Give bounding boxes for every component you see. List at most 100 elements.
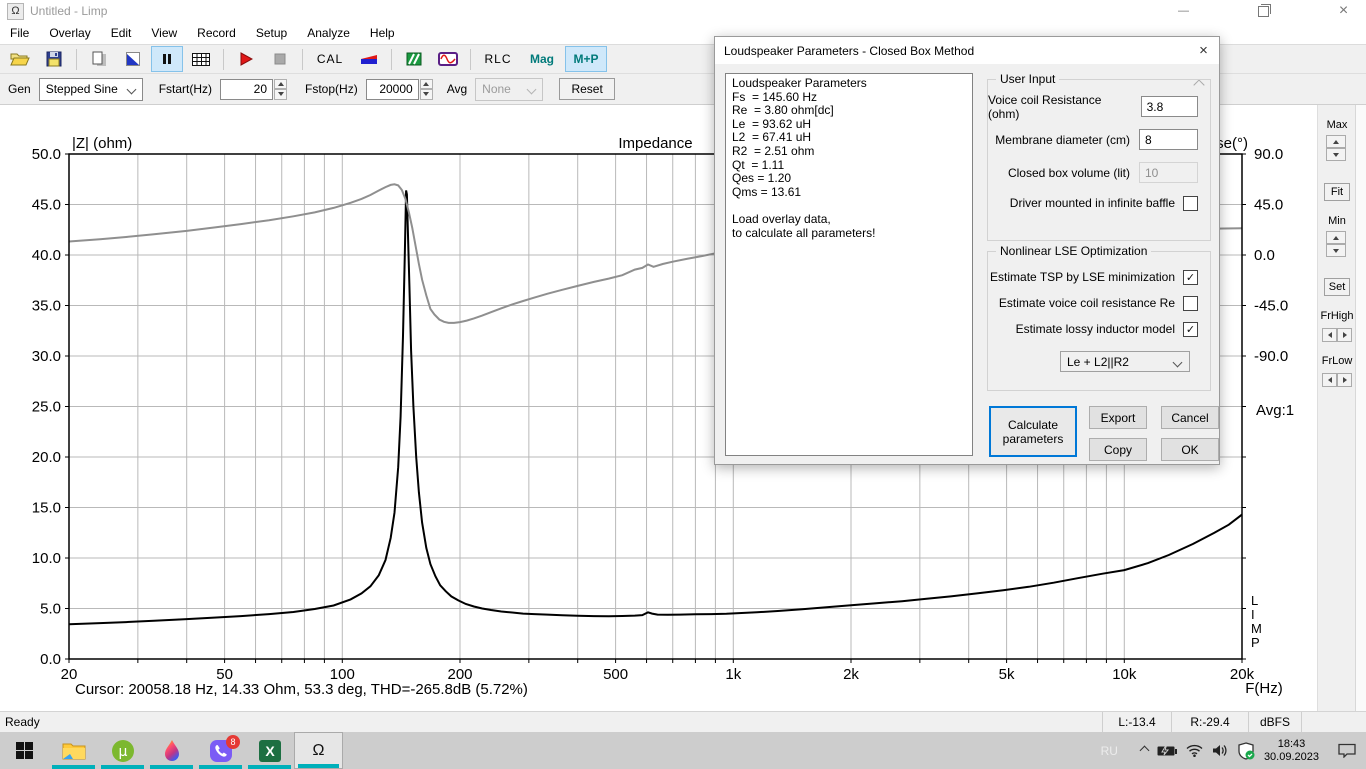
fstart-stepper[interactable] (274, 78, 288, 100)
step-left-icon[interactable] (1322, 373, 1337, 387)
restore-button[interactable] (1241, 0, 1286, 22)
security-shield-icon[interactable] (1237, 741, 1255, 760)
voice-coil-resistance-input[interactable]: 3.8 (1140, 96, 1198, 117)
menu-analyze[interactable]: Analyze (297, 22, 360, 44)
svg-text:µ: µ (118, 744, 127, 760)
generator-type-combo[interactable]: Stepped Sine (38, 77, 143, 101)
estimate-re-checkbox[interactable] (1183, 295, 1198, 311)
tray-expand-icon[interactable] (1139, 745, 1150, 756)
battery-icon[interactable] (1157, 745, 1177, 757)
chevron-down-icon (526, 84, 537, 94)
export-button[interactable]: Export (1089, 406, 1147, 429)
parameters-text[interactable]: Loudspeaker Parameters Fs = 145.60 Hz Re… (725, 73, 973, 456)
frhigh-stepper[interactable] (1322, 328, 1352, 342)
gen-label: Gen (8, 82, 31, 96)
minimize-icon: — (1178, 5, 1189, 17)
y-axis-title: |Z| (ohm) (72, 135, 132, 152)
step-up-icon[interactable] (1326, 231, 1346, 244)
taskbar-excel[interactable]: X (245, 732, 294, 769)
magnitude-view-button[interactable]: Mag (521, 46, 563, 72)
y-axis-tick-label: 15.0 (32, 500, 61, 517)
step-down-icon[interactable] (1326, 244, 1346, 257)
inductor-model-combo[interactable]: Le + L2||R2 (1060, 351, 1190, 372)
green-overlay-icon (406, 52, 422, 66)
rlc-button[interactable]: RLC (477, 46, 519, 72)
taskbar-utorrent[interactable]: µ (98, 732, 147, 769)
calculate-parameters-button[interactable]: Calculate parameters (989, 406, 1077, 457)
estimate-lossy-inductor-checkbox[interactable]: ✓ (1183, 321, 1198, 337)
step-up-icon[interactable] (274, 78, 288, 89)
taskbar-color-drop-app[interactable] (147, 732, 196, 769)
close-button[interactable]: × (1321, 0, 1366, 22)
infinite-baffle-checkbox[interactable] (1183, 195, 1198, 211)
min-label: Min (1328, 215, 1346, 227)
set-button[interactable]: Set (1324, 278, 1350, 296)
taskbar-file-explorer[interactable] (49, 732, 98, 769)
fit-button[interactable]: Fit (1324, 183, 1350, 201)
record-button[interactable] (230, 46, 262, 72)
averaging-combo: None (475, 77, 544, 101)
menu-file[interactable]: File (0, 22, 39, 44)
language-indicator[interactable]: RU (1101, 744, 1118, 758)
window-title: Untitled - Limp (30, 4, 108, 18)
step-down-icon[interactable] (1326, 148, 1346, 161)
step-down-icon[interactable] (274, 89, 288, 100)
fstop-input[interactable]: 20000 (365, 78, 419, 100)
frlow-stepper[interactable] (1322, 373, 1352, 387)
minimize-button[interactable]: — (1161, 0, 1206, 22)
volume-icon[interactable] (1212, 744, 1228, 757)
dialog-title-bar[interactable]: Loudspeaker Parameters - Closed Box Meth… (715, 37, 1219, 64)
wifi-icon[interactable] (1186, 744, 1203, 757)
y-axis-tick-label: 30.0 (32, 348, 61, 365)
taskbar-viber[interactable]: 8 (196, 732, 245, 769)
overlay-curves-button[interactable] (398, 46, 430, 72)
menu-help[interactable]: Help (360, 22, 405, 44)
table-view-button[interactable] (185, 46, 217, 72)
right-edge-strip (1355, 105, 1366, 711)
omega-icon: Ω (312, 741, 325, 759)
fstart-input[interactable]: 20 (220, 78, 274, 100)
cancel-button[interactable]: Cancel (1161, 406, 1219, 429)
step-down-icon[interactable] (419, 89, 433, 100)
dialog-close-button[interactable]: × (1179, 37, 1219, 64)
menu-edit[interactable]: Edit (101, 22, 142, 44)
step-right-icon[interactable] (1337, 373, 1352, 387)
max-stepper[interactable] (1326, 135, 1346, 161)
stop-button[interactable] (264, 46, 296, 72)
calibration-levels-button[interactable] (353, 46, 385, 72)
step-right-icon[interactable] (1337, 328, 1352, 342)
save-button[interactable] (38, 46, 70, 72)
menu-setup[interactable]: Setup (246, 22, 297, 44)
phase-axis-tick-label: 90.0 (1254, 146, 1283, 163)
taskbar-clock[interactable]: 18:43 30.09.2023 (1264, 738, 1319, 764)
x-axis-tick-label: 5k (999, 666, 1015, 683)
x-axis-title: F(Hz) (1245, 680, 1283, 697)
start-button[interactable] (0, 732, 49, 769)
closed-box-volume-input: 10 (1139, 162, 1198, 183)
menu-view[interactable]: View (141, 22, 187, 44)
new-document-button[interactable] (83, 46, 115, 72)
magnitude-phase-view-button[interactable]: M+P (565, 46, 607, 72)
menu-record[interactable]: Record (187, 22, 246, 44)
left-level: L:-13.4 (1102, 712, 1171, 732)
calibrate-button[interactable]: CAL (309, 46, 351, 72)
taskbar-limp-active[interactable]: Ω (294, 732, 343, 769)
min-stepper[interactable] (1326, 231, 1346, 257)
action-center-icon[interactable] (1338, 743, 1356, 758)
estimate-tsp-checkbox[interactable]: ✓ (1183, 269, 1198, 285)
generator-scope-button[interactable] (432, 46, 464, 72)
open-button[interactable] (4, 46, 36, 72)
overlay-button[interactable] (117, 46, 149, 72)
reset-button[interactable]: Reset (559, 78, 616, 100)
step-up-icon[interactable] (1326, 135, 1346, 148)
step-up-icon[interactable] (419, 78, 433, 89)
chevron-down-icon (126, 84, 137, 94)
excel-icon: X (258, 739, 281, 762)
membrane-diameter-input[interactable]: 8 (1139, 129, 1198, 150)
fstop-stepper[interactable] (419, 78, 433, 100)
ok-button[interactable]: OK (1161, 438, 1219, 461)
step-left-icon[interactable] (1322, 328, 1337, 342)
menu-overlay[interactable]: Overlay (39, 22, 100, 44)
pause-button[interactable] (151, 46, 183, 72)
copy-button[interactable]: Copy (1089, 438, 1147, 461)
